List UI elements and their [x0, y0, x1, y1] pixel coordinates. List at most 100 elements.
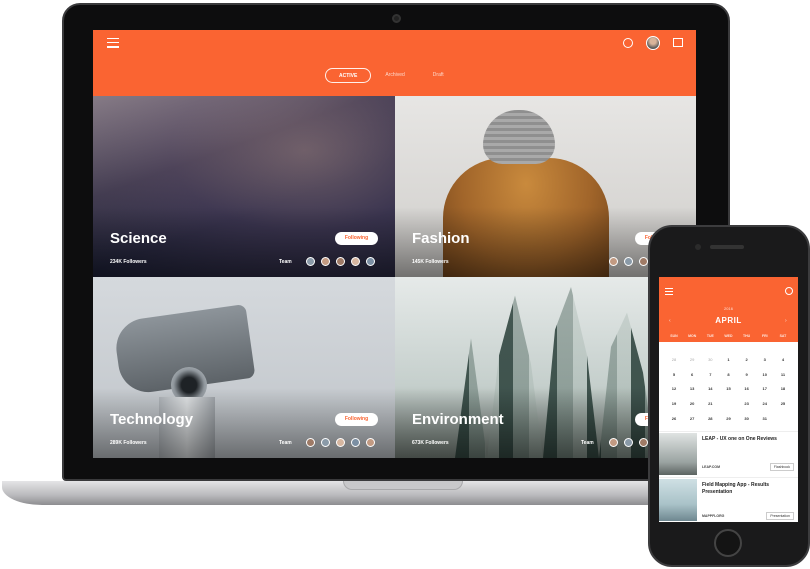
- list-item[interactable]: Field Mapping App - Results Presentation…: [659, 477, 798, 521]
- calendar-header: 2016 APRIL ‹ › SUN MON TUE WED THU FRI S…: [659, 277, 798, 342]
- calendar-day[interactable]: 16: [740, 386, 754, 391]
- avatar[interactable]: [639, 257, 648, 266]
- calendar-day[interactable]: 26: [667, 416, 681, 421]
- bookmark-icon[interactable]: [673, 38, 683, 47]
- weekday-label: MON: [688, 334, 697, 338]
- calendar-day[interactable]: 5: [667, 372, 681, 377]
- calendar-day[interactable]: 6: [685, 372, 699, 377]
- avatar[interactable]: [366, 257, 375, 266]
- avatar[interactable]: [336, 438, 345, 447]
- avatar[interactable]: [321, 438, 330, 447]
- day-number: 6: [691, 371, 694, 377]
- calendar-day[interactable]: 13: [685, 386, 699, 391]
- avatar[interactable]: [639, 438, 648, 447]
- card-followers: 289K Followers: [110, 440, 147, 446]
- avatar[interactable]: [609, 438, 618, 447]
- avatar[interactable]: [351, 438, 360, 447]
- tab-archived[interactable]: Archived: [371, 68, 418, 83]
- avatar[interactable]: [336, 257, 345, 266]
- calendar-day[interactable]: 30: [703, 357, 717, 362]
- calendar-day[interactable]: 30: [740, 416, 754, 421]
- calendar-day[interactable]: 31: [758, 416, 772, 421]
- item-thumbnail: [659, 479, 697, 521]
- menu-icon[interactable]: [665, 288, 673, 297]
- topic-card-technology[interactable]: Technology 289K Followers Following Team: [93, 277, 395, 458]
- calendar-day[interactable]: 10: [758, 372, 772, 377]
- day-number: 25: [780, 400, 786, 406]
- search-icon[interactable]: [623, 38, 633, 48]
- menu-icon[interactable]: [107, 38, 119, 48]
- card-team-label: Team: [279, 259, 292, 265]
- day-number: 31: [762, 415, 767, 421]
- calendar-week: 12 13 14 15 16 17 18: [667, 381, 790, 396]
- avatar[interactable]: [624, 257, 633, 266]
- weekday-label: SAT: [779, 334, 787, 338]
- calendar-day[interactable]: 27: [685, 416, 699, 421]
- calendar-day[interactable]: 19: [667, 401, 681, 406]
- user-avatar[interactable]: [646, 36, 660, 50]
- weekday-label: FRI: [761, 334, 768, 338]
- calendar-week: 5 6 7 8 9 10 11: [667, 367, 790, 382]
- calendar-day[interactable]: 2: [740, 357, 754, 362]
- phone-home-button[interactable]: [714, 529, 742, 557]
- avatar[interactable]: [624, 438, 633, 447]
- avatar[interactable]: [306, 438, 315, 447]
- calendar-day[interactable]: 1: [721, 357, 735, 362]
- card-title: Science: [110, 230, 167, 247]
- calendar-year: 2016: [724, 306, 733, 311]
- calendar-day[interactable]: 15: [721, 386, 735, 391]
- item-thumbnail: [659, 433, 697, 475]
- calendar-day[interactable]: 23: [740, 401, 754, 406]
- calendar-day[interactable]: 29: [685, 357, 699, 362]
- card-title: Fashion: [412, 230, 470, 247]
- calendar-day[interactable]: 25: [776, 401, 790, 406]
- tab-draft[interactable]: Draft: [419, 68, 458, 83]
- item-tag[interactable]: Presentation: [766, 512, 794, 520]
- weekday-label: TUE: [706, 334, 714, 338]
- calendar-day[interactable]: 28: [667, 357, 681, 362]
- calendar-day[interactable]: 24: [758, 401, 772, 406]
- calendar-day[interactable]: 8: [721, 372, 735, 377]
- day-number: 16: [744, 386, 749, 392]
- calendar-day[interactable]: 18: [776, 386, 790, 391]
- avatar[interactable]: [351, 257, 360, 266]
- chevron-left-icon[interactable]: ‹: [669, 318, 671, 324]
- calendar-day[interactable]: 11: [776, 372, 790, 377]
- team-avatars: [300, 438, 375, 447]
- avatar[interactable]: [366, 438, 375, 447]
- avatar[interactable]: [321, 257, 330, 266]
- topic-card-science[interactable]: Science 234K Followers Following Team: [93, 96, 395, 277]
- following-button[interactable]: Following: [335, 232, 378, 245]
- calendar-week: 19 20 21 22 23 24 25: [667, 395, 790, 411]
- phone-screen: 2016 APRIL ‹ › SUN MON TUE WED THU FRI S…: [659, 277, 798, 522]
- item-title: Field Mapping App - Results Presentation: [702, 482, 770, 495]
- calendar-day[interactable]: 14: [703, 386, 717, 391]
- calendar-day[interactable]: 28: [703, 416, 717, 421]
- day-number: 23: [744, 400, 749, 406]
- calendar-day[interactable]: 12: [667, 386, 681, 391]
- calendar-day[interactable]: 3: [758, 357, 772, 362]
- day-number: 8: [727, 371, 730, 377]
- search-icon[interactable]: [785, 287, 793, 295]
- following-button[interactable]: Following: [335, 413, 378, 426]
- card-followers: 673K Followers: [412, 440, 449, 446]
- day-number: 5: [672, 371, 676, 377]
- avatar[interactable]: [609, 257, 618, 266]
- avatar[interactable]: [306, 257, 315, 266]
- calendar-day[interactable]: 17: [758, 386, 772, 391]
- calendar-day[interactable]: 21: [703, 401, 717, 406]
- calendar-day[interactable]: 29: [721, 416, 735, 421]
- calendar-day[interactable]: 7: [703, 372, 717, 377]
- item-tag[interactable]: Flashbook: [769, 463, 794, 471]
- tab-active[interactable]: ACTIVE: [325, 68, 372, 83]
- status-tabs: ACTIVE Archived Draft: [325, 68, 458, 83]
- chevron-right-icon[interactable]: ›: [785, 318, 787, 324]
- calendar-day[interactable]: 9: [740, 372, 754, 377]
- calendar-day[interactable]: 4: [776, 357, 790, 362]
- day-number: 18: [780, 386, 786, 392]
- calendar-day[interactable]: 20: [685, 401, 699, 406]
- day-number: 30: [708, 356, 713, 362]
- calendar-day-selected[interactable]: 22: [721, 395, 736, 410]
- day-number: 28: [708, 415, 713, 421]
- list-item[interactable]: LEAP - UX one on One Reviews LEAP.COM Fl…: [659, 431, 798, 475]
